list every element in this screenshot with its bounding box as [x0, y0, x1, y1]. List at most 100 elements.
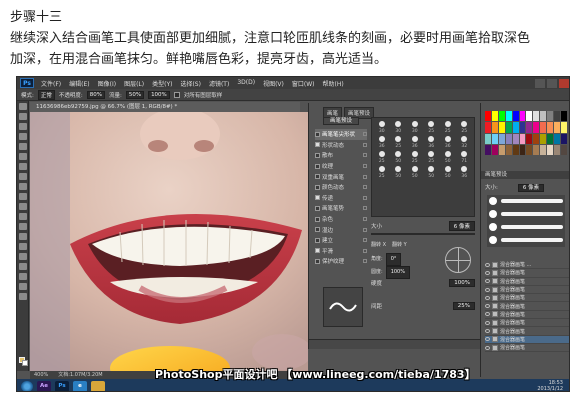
spacing-input[interactable]: 25% [452, 302, 475, 310]
menu-item[interactable]: 选择(S) [176, 79, 205, 88]
maximize-button[interactable] [547, 78, 557, 88]
crop-tool-icon[interactable] [18, 143, 27, 150]
brush-preset-stroke[interactable] [501, 225, 563, 229]
lock-icon[interactable] [363, 153, 367, 158]
color-swatch[interactable] [554, 111, 561, 122]
brush-setting-item[interactable]: 形状动态 [315, 140, 367, 151]
menu-item[interactable]: 编辑(E) [65, 79, 93, 88]
dodge-tool-icon[interactable] [18, 233, 27, 240]
brush-tip[interactable]: 30 [390, 120, 406, 134]
brush-tip[interactable]: 32 [456, 135, 472, 149]
brush-setting-checkbox[interactable] [315, 258, 320, 264]
hand-tool-icon[interactable] [18, 283, 27, 290]
mode-select[interactable]: 正常 [37, 89, 55, 100]
flip-y-checkbox[interactable]: 翻转 Y [392, 241, 407, 248]
color-swatch[interactable] [491, 133, 498, 144]
path-select-tool-icon[interactable] [18, 263, 27, 270]
sample-all-layers-checkbox[interactable] [173, 91, 180, 98]
zoom-level[interactable]: 400% [34, 371, 48, 379]
brush-tip[interactable]: 25 [374, 165, 390, 179]
color-swatch[interactable] [512, 144, 519, 155]
brush-setting-item[interactable]: 传递 [315, 193, 367, 204]
menu-item[interactable]: 帮助(H) [319, 79, 348, 88]
color-swatch[interactable] [485, 133, 491, 144]
brush-tip[interactable]: 50 [407, 165, 423, 179]
eyedropper-tool-icon[interactable] [18, 153, 27, 160]
color-swatch[interactable] [554, 144, 561, 155]
internet-explorer-icon[interactable]: e [73, 380, 87, 391]
color-swatch[interactable] [561, 122, 567, 133]
flip-x-checkbox[interactable]: 翻转 X [371, 241, 386, 248]
taskbar-clock[interactable]: 18:53 2013/1/12 [537, 380, 563, 391]
color-swatch[interactable] [533, 144, 540, 155]
brush-setting-item[interactable]: 保护纹理 [315, 256, 367, 267]
close-button[interactable] [559, 78, 569, 88]
brush-tip[interactable]: 50 [440, 165, 456, 179]
menu-item[interactable]: 图层(L) [120, 79, 148, 88]
brush-setting-checkbox[interactable] [315, 195, 320, 201]
eye-icon[interactable] [485, 312, 490, 317]
color-swatch[interactable] [505, 122, 512, 133]
color-swatch[interactable] [526, 122, 533, 133]
lock-icon[interactable] [363, 142, 367, 147]
color-swatch[interactable] [561, 111, 567, 122]
color-swatch[interactable] [505, 133, 512, 144]
folder-icon[interactable] [91, 380, 105, 391]
menu-item[interactable]: 图像(I) [94, 79, 120, 88]
brush-setting-checkbox[interactable] [315, 184, 320, 190]
lock-icon[interactable] [363, 132, 367, 137]
eye-icon[interactable] [485, 304, 490, 309]
menu-item[interactable]: 类型(Y) [148, 79, 176, 88]
lasso-tool-icon[interactable] [18, 123, 27, 130]
history-brush-tool-icon[interactable] [18, 193, 27, 200]
eye-icon[interactable] [485, 320, 490, 325]
menu-item[interactable]: 文件(F) [37, 79, 65, 88]
color-swatch[interactable] [519, 133, 526, 144]
layer-row[interactable]: 混合器画笔 [485, 327, 569, 336]
after-effects-icon[interactable]: Ae [37, 380, 51, 391]
brush-setting-item[interactable]: 平滑 [315, 246, 367, 257]
healing-tool-icon[interactable] [18, 163, 27, 170]
color-swatch[interactable] [498, 111, 505, 122]
eye-icon[interactable] [485, 337, 490, 342]
document-tab[interactable]: 11636986eb92759.jpg @ 66.7% (图层 1, RGB/8… [30, 102, 300, 112]
brush-preset-tip[interactable] [489, 210, 497, 218]
layer-row[interactable]: 混合器画笔 [485, 286, 569, 295]
eye-icon[interactable] [485, 279, 490, 284]
brush-preset-size-input[interactable]: 6 像素 [517, 184, 545, 192]
color-swatch[interactable] [547, 133, 554, 144]
blur-tool-icon[interactable] [18, 223, 27, 230]
brush-tip[interactable]: 25 [440, 120, 456, 134]
eye-icon[interactable] [485, 345, 490, 350]
menu-item[interactable]: 滤镜(T) [205, 79, 233, 88]
quick-select-tool-icon[interactable] [18, 133, 27, 140]
color-swatch[interactable] [491, 144, 498, 155]
brush-setting-item[interactable]: 纹理 [315, 161, 367, 172]
color-swatch[interactable] [561, 144, 567, 155]
extra-input[interactable]: 100% [148, 90, 170, 99]
gradient-tool-icon[interactable] [18, 213, 27, 220]
brush-presets-button[interactable]: 画笔预设 [323, 117, 359, 125]
color-swatch[interactable] [485, 122, 491, 133]
shape-tool-icon[interactable] [18, 273, 27, 280]
brush-setting-item[interactable]: 杂色 [315, 214, 367, 225]
lock-icon[interactable] [363, 185, 367, 190]
move-tool-icon[interactable] [18, 103, 27, 110]
color-swatch[interactable] [561, 133, 567, 144]
brush-setting-item[interactable]: 建立 [315, 235, 367, 246]
brush-tip[interactable]: 25 [407, 150, 423, 164]
color-swatch[interactable] [533, 122, 540, 133]
color-swatch[interactable] [505, 111, 512, 122]
stamp-tool-icon[interactable] [18, 183, 27, 190]
marquee-tool-icon[interactable] [18, 113, 27, 120]
color-swatch[interactable] [519, 111, 526, 122]
color-swatch[interactable] [485, 111, 491, 122]
layer-row[interactable]: 混合器画笔 [485, 294, 569, 303]
lock-icon[interactable] [363, 164, 367, 169]
pen-tool-icon[interactable] [18, 243, 27, 250]
brush-tool-icon[interactable] [18, 173, 27, 180]
layer-row[interactable]: 混合器画笔 [485, 302, 569, 311]
layer-row[interactable]: 混合器画笔 [485, 344, 569, 353]
brush-setting-checkbox[interactable] [315, 174, 320, 180]
lock-icon[interactable] [363, 206, 367, 211]
